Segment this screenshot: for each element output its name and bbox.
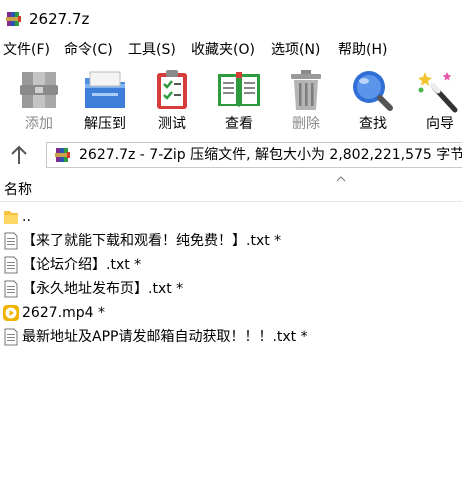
menu-command[interactable]: 命令(C) [64, 39, 113, 61]
extract-to-button[interactable]: 解压到 [74, 62, 136, 138]
toolbar: 添加 解压到 测试 查看 删除 查找 向导 [0, 62, 462, 138]
list-item[interactable]: 【论坛介绍】.txt * [0, 253, 462, 277]
extract-folder-icon [85, 71, 125, 108]
list-item[interactable]: .. [0, 205, 462, 229]
find-label: 查找 [359, 116, 387, 132]
menu-favorites[interactable]: 收藏夹(O) [191, 39, 255, 61]
sort-ascending-icon [336, 176, 346, 182]
menu-help[interactable]: 帮助(H) [338, 39, 387, 61]
add-label: 添加 [25, 116, 53, 132]
video-file-icon [3, 305, 19, 321]
menu-options[interactable]: 选项(N) [271, 39, 320, 61]
list-item[interactable]: 2627.mp4 * [0, 301, 462, 325]
wizard-button[interactable]: 向导 [409, 62, 462, 138]
file-name: 最新地址及APP请发邮箱自动获取！！！.txt * [22, 329, 308, 345]
list-item[interactable]: 【来了就能下载和观看！纯免费！】.txt * [0, 229, 462, 253]
view-book-icon [218, 72, 260, 108]
list-item[interactable]: 最新地址及APP请发邮箱自动获取！！！.txt * [0, 325, 462, 349]
menu-bar: 文件(F) 命令(C) 工具(S) 收藏夹(O) 选项(N) 帮助(H) [0, 39, 462, 61]
extract-to-label: 解压到 [84, 116, 126, 132]
magnifier-icon [353, 71, 393, 111]
text-file-icon [4, 256, 18, 274]
address-row: 2627.7z - 7-Zip 压缩文件, 解包大小为 2,802,221,57… [0, 140, 462, 170]
archive-app-icon [6, 12, 21, 26]
delete-label: 删除 [292, 116, 320, 132]
archive-small-icon [55, 148, 70, 162]
folder-up-icon [4, 211, 18, 224]
trash-icon [291, 70, 321, 110]
file-list-header: 名称 [0, 176, 462, 202]
find-button[interactable]: 查找 [342, 62, 404, 138]
test-clipboard-icon [157, 70, 187, 109]
window-title: 2627.7z [29, 10, 90, 28]
file-name: .. [22, 209, 31, 225]
text-file-icon [4, 328, 18, 346]
text-file-icon [4, 232, 18, 250]
add-archive-icon [20, 72, 58, 108]
text-file-icon [4, 280, 18, 298]
menu-file[interactable]: 文件(F) [3, 39, 50, 61]
address-path: 2627.7z - 7-Zip 压缩文件, 解包大小为 2,802,221,57… [79, 147, 462, 163]
list-item[interactable]: 【永久地址发布页】.txt * [0, 277, 462, 301]
file-name: 【论坛介绍】.txt * [22, 257, 142, 273]
title-bar: 2627.7z [0, 0, 462, 38]
file-name: 【永久地址发布页】.txt * [22, 281, 184, 297]
test-button[interactable]: 测试 [141, 62, 203, 138]
column-name-header[interactable]: 名称 [4, 180, 32, 200]
delete-button[interactable]: 删除 [275, 62, 337, 138]
view-button[interactable]: 查看 [208, 62, 270, 138]
winrar-window: 2627.7z 文件(F) 命令(C) 工具(S) 收藏夹(O) 选项(N) 帮… [0, 0, 462, 489]
wizard-label: 向导 [426, 116, 454, 132]
file-name: 【来了就能下载和观看！纯免费！】.txt * [22, 233, 282, 249]
test-label: 测试 [158, 116, 186, 132]
add-button[interactable]: 添加 [8, 62, 70, 138]
magic-wand-icon [418, 72, 458, 113]
view-label: 查看 [225, 116, 253, 132]
address-bar[interactable]: 2627.7z - 7-Zip 压缩文件, 解包大小为 2,802,221,57… [46, 142, 462, 168]
menu-tools[interactable]: 工具(S) [128, 39, 176, 61]
file-name: 2627.mp4 * [22, 305, 105, 321]
up-arrow-icon[interactable] [8, 143, 30, 167]
